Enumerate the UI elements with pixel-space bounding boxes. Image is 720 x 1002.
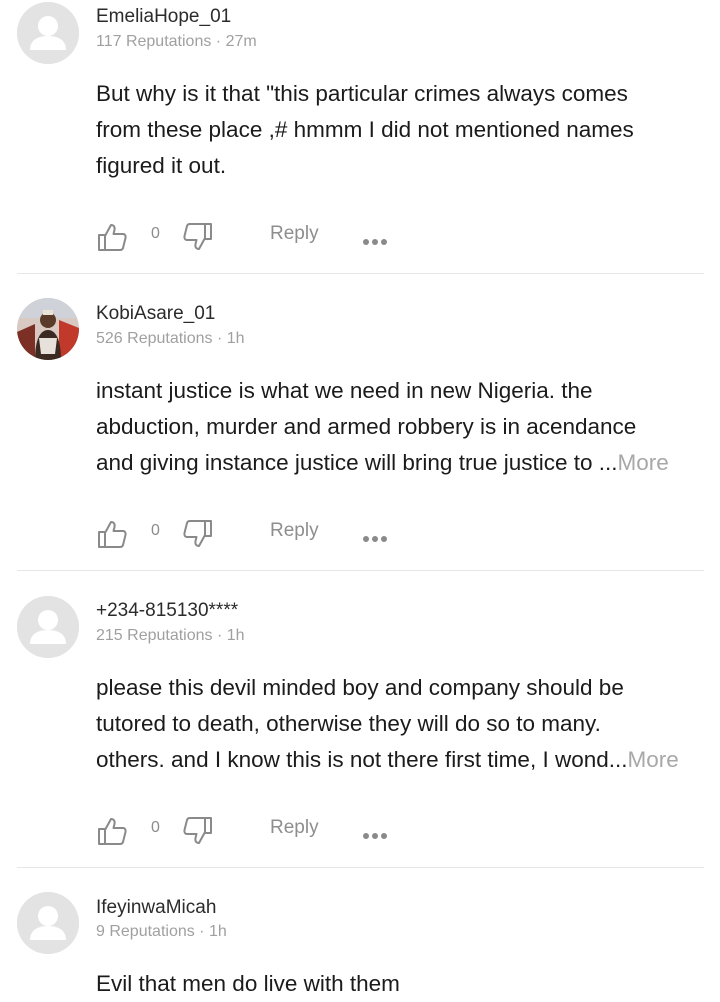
comment-username[interactable]: IfeyinwaMicah [96, 897, 216, 919]
divider [17, 273, 704, 274]
comment-username[interactable]: KobiAsare_01 [96, 303, 215, 325]
comment-line-truncated: others. and I know this is not there fir… [96, 742, 708, 778]
reply-button[interactable]: Reply [270, 520, 319, 542]
comment-line-truncated: and giving instance justice will bring t… [96, 445, 708, 481]
comment-line: please this devil minded boy and company… [96, 675, 624, 700]
comment-item: +234-815130**** 215 Reputations · 1h ple… [0, 594, 720, 874]
avatar[interactable] [17, 892, 79, 954]
comment-meta: 215 Reputations · 1h [96, 627, 245, 644]
comment-actions: 0 Reply [96, 815, 416, 847]
comment-line: instant justice is what we need in new N… [96, 378, 593, 403]
comment-line: But why is it that "this particular crim… [96, 81, 628, 106]
thumbs-down-icon[interactable] [182, 518, 214, 555]
thumbs-down-icon[interactable] [182, 815, 214, 852]
avatar[interactable] [17, 2, 79, 64]
thumbs-down-icon[interactable] [182, 221, 214, 258]
comment-meta: 9 Reputations · 1h [96, 923, 227, 940]
comment-line-text: and giving instance justice will bring t… [96, 450, 618, 475]
comment-actions: 0 Reply [96, 221, 416, 253]
user-placeholder-icon [17, 2, 79, 64]
comment-username[interactable]: +234-815130**** [96, 600, 238, 622]
more-options-icon[interactable] [362, 530, 388, 548]
reply-button[interactable]: Reply [270, 817, 319, 839]
like-count: 0 [151, 225, 160, 242]
like-count: 0 [151, 522, 160, 539]
divider [17, 867, 704, 868]
comment-meta: 526 Reputations · 1h [96, 330, 245, 347]
comment-item: IfeyinwaMicah 9 Reputations · 1h Evil th… [0, 891, 720, 996]
more-link[interactable]: More [628, 747, 679, 772]
comment-line: Evil that men do live with them [96, 971, 400, 996]
more-options-icon[interactable] [362, 233, 388, 251]
comment-item: KobiAsare_01 526 Reputations · 1h instan… [0, 297, 720, 577]
more-options-icon[interactable] [362, 827, 388, 845]
user-placeholder-icon [17, 596, 79, 658]
more-link[interactable]: More [618, 450, 669, 475]
thumbs-up-icon[interactable] [96, 815, 128, 852]
divider [17, 570, 704, 571]
like-count: 0 [151, 819, 160, 836]
comment-username[interactable]: EmeliaHope_01 [96, 6, 231, 28]
comment-meta: 117 Reputations · 27m [96, 33, 257, 50]
comment-body: instant justice is what we need in new N… [96, 373, 708, 481]
avatar[interactable] [17, 596, 79, 658]
user-photo-icon [17, 298, 79, 360]
avatar[interactable] [17, 298, 79, 360]
comment-actions: 0 Reply [96, 518, 416, 550]
comment-body: Evil that men do live with them [96, 966, 708, 1002]
thumbs-up-icon[interactable] [96, 221, 128, 258]
comment-body: please this devil minded boy and company… [96, 670, 708, 778]
comment-line: tutored to death, otherwise they will do… [96, 711, 601, 736]
comment-item: EmeliaHope_01 117 Reputations · 27m But … [0, 0, 720, 280]
comment-body: But why is it that "this particular crim… [96, 76, 708, 184]
comment-line: figured it out. [96, 153, 227, 178]
comment-line: abduction, murder and armed robbery is i… [96, 414, 637, 439]
comment-line: from these place ,# hmmm I did not menti… [96, 117, 634, 142]
user-placeholder-icon [17, 892, 79, 954]
thumbs-up-icon[interactable] [96, 518, 128, 555]
reply-button[interactable]: Reply [270, 223, 319, 245]
comment-line-text: others. and I know this is not there fir… [96, 747, 628, 772]
